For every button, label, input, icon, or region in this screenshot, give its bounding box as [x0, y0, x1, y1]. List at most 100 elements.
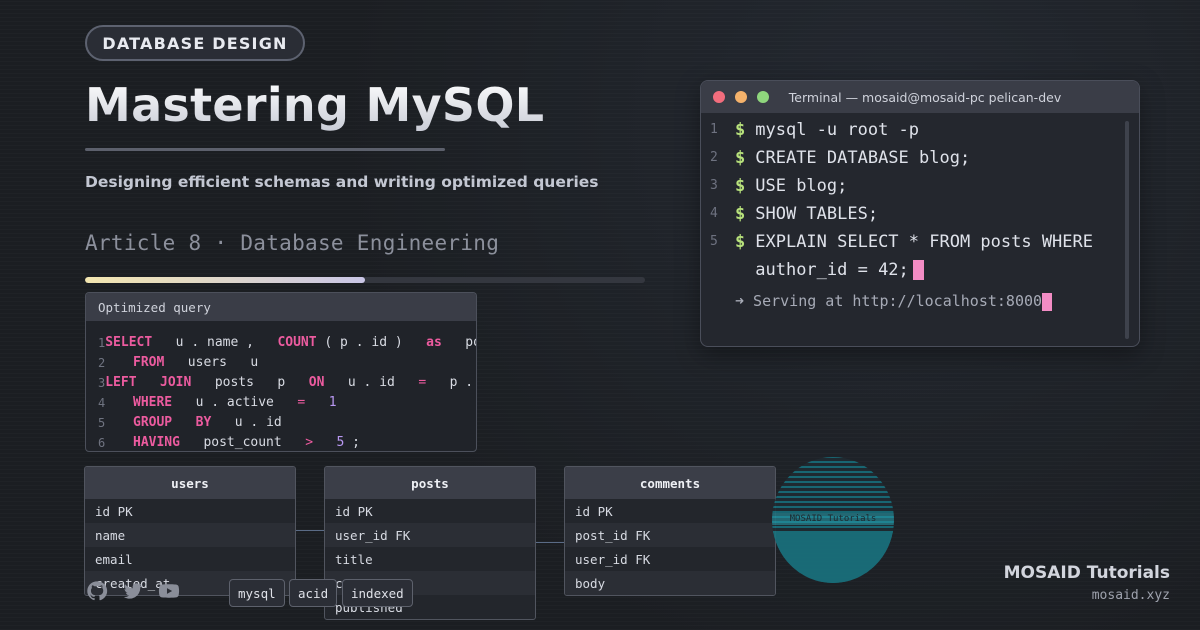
line-number: 4: [710, 206, 718, 221]
code-token: users u: [164, 355, 259, 370]
shell-prompt: $: [735, 120, 746, 140]
terminal-title: Terminal — mosaid@mosaid-pc pelican-dev: [788, 89, 1062, 105]
terminal-scrollbar[interactable]: [1125, 121, 1129, 339]
table-row: id PK: [335, 503, 373, 519]
line-number: 3: [710, 178, 718, 193]
title-divider: [85, 148, 445, 151]
line-number: 5: [710, 234, 718, 249]
terminal-line: 3 $ USE blog;: [701, 172, 1139, 200]
terminal-line: 4 $ SHOW TABLES;: [701, 200, 1139, 228]
code-token: ( p . id ): [316, 335, 427, 350]
shell-prompt: $: [735, 204, 746, 224]
text-cursor: [1042, 292, 1053, 311]
code-token: post_count: [465, 335, 476, 350]
tutorials-badge: MOSAID Tutorials: [772, 457, 894, 583]
code-token: BY: [195, 415, 212, 430]
code-token: SELECT: [105, 335, 153, 350]
youtube-icon[interactable]: [157, 580, 181, 602]
article-label: Article 8 · Database Engineering: [85, 231, 500, 255]
terminal-line: 5 $ EXPLAIN SELECT * FROM posts WHERE auth…: [701, 228, 1139, 284]
badge-label: MOSAID Tutorials: [772, 513, 894, 525]
table-row: user_id FK: [325, 523, 535, 547]
social-links: [85, 580, 181, 602]
relation-line: [536, 542, 564, 543]
terminal-line: 2 $ CREATE DATABASE blog;: [701, 144, 1139, 172]
line-number: 6: [98, 436, 106, 450]
table-header: comments: [565, 467, 775, 499]
github-icon[interactable]: [85, 580, 109, 602]
code-token: FROM: [133, 355, 165, 370]
relation-line: [296, 530, 324, 531]
query-card-title: Optimized query: [86, 293, 476, 321]
shell-prompt: $: [735, 148, 746, 168]
schema-table-comments: comments id PK post_id FK user_id FK body: [564, 466, 776, 596]
tag-acid[interactable]: acid: [289, 579, 338, 607]
twitter-icon[interactable]: [121, 580, 145, 602]
reading-progress-bar: [85, 277, 645, 283]
code-token: ON: [308, 375, 325, 390]
terminal-command: EXPLAIN SELECT * FROM posts WHERE author…: [755, 232, 1094, 280]
code-line: 5 GROUP BY u . id: [86, 413, 476, 433]
code-line: 3LEFT JOIN posts p ON u . id = p . user_…: [86, 373, 476, 393]
line-number: 3: [98, 376, 106, 390]
query-code: 1 SELECT u . name , COUNT ( p . id ) as p…: [86, 321, 476, 451]
code-token: p . user_id: [449, 375, 474, 390]
table-row: id PK: [95, 503, 133, 519]
badge-band: [772, 531, 894, 583]
code-token: u . id: [211, 415, 282, 430]
code-token: post_count: [179, 435, 306, 450]
table-row: user_id FK: [575, 551, 651, 567]
background-decoration: [500, 196, 508, 211]
schema-table-users: users id PK name email created_at: [84, 466, 296, 596]
code-token: 1: [328, 395, 337, 410]
code-token: GROUP: [133, 415, 173, 430]
code-line: 1 SELECT u . name , COUNT ( p . id ) as p…: [86, 333, 476, 353]
terminal-command: CREATE DATABASE blog;: [755, 148, 971, 168]
terminal-command: mysql -u root -p: [755, 120, 920, 140]
shell-prompt: $: [735, 232, 746, 252]
terminal-title-bar: Terminal — mosaid@mosaid-pc pelican-dev: [701, 81, 1139, 113]
code-line: 4 WHERE u . active = 1: [86, 393, 476, 413]
category-pill: DATABASE DESIGN: [85, 25, 305, 61]
code-token: WHERE: [133, 395, 173, 410]
brand-site-link[interactable]: mosaid.xyz: [1004, 588, 1170, 603]
line-number: 1: [98, 336, 106, 350]
query-card: Optimized query 1 SELECT u . name , COUNT…: [85, 292, 477, 452]
code-token: u . id: [324, 375, 419, 390]
line-number: 4: [98, 396, 106, 410]
terminal-output[interactable]: 1 $ mysql -u root -p 2 $ CREATE DATABASE blog…: [701, 113, 1139, 311]
tag-indexed[interactable]: indexed: [342, 579, 413, 607]
code-token: LEFT: [105, 375, 137, 390]
line-number: 2: [710, 150, 718, 165]
table-row: id PK: [575, 503, 613, 519]
line-number: 5: [98, 416, 106, 430]
code-token: 5: [336, 435, 345, 450]
code-token: ;: [344, 435, 360, 450]
code-token: u . active: [172, 395, 298, 410]
brand-name: MOSAID Tutorials: [1003, 563, 1170, 583]
code-line: 6 HAVING post_count > 5 ;: [86, 433, 476, 451]
table-header: posts: [325, 467, 535, 499]
code-token: HAVING: [133, 435, 180, 450]
terminal-window: Terminal — mosaid@mosaid-pc pelican-dev …: [700, 80, 1140, 347]
server-status: ➜ Serving at http://localhost:8000: [735, 292, 1139, 311]
table-row: post_id FK: [565, 523, 775, 547]
code-token: =: [418, 375, 427, 390]
line-number: 1: [710, 122, 718, 137]
code-token: posts p: [191, 375, 309, 390]
code-token: COUNT: [277, 335, 317, 350]
code-token: JOIN: [160, 375, 192, 390]
shell-prompt: $: [735, 176, 746, 196]
reading-progress-fill: [85, 277, 365, 283]
code-line: 2 FROM users u: [86, 353, 476, 373]
tag-mysql[interactable]: mysql: [229, 579, 285, 607]
page-subtitle: Designing efficient schemas and writing …: [85, 173, 599, 191]
page-title: Mastering MySQL: [85, 78, 545, 132]
code-token: as: [426, 335, 442, 350]
text-cursor: [912, 260, 924, 280]
code-token: u . name ,: [152, 335, 278, 350]
